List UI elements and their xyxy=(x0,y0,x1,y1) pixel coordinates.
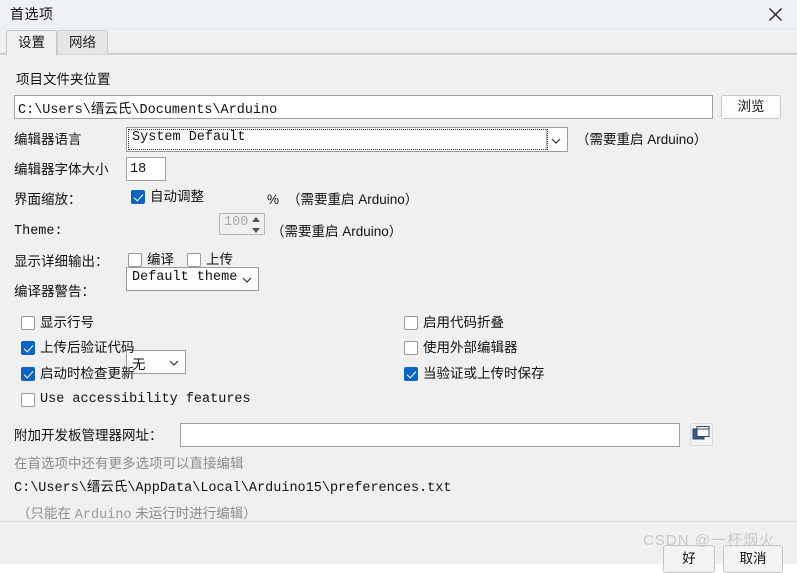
sketchbook-location-label: 项目文件夹位置 xyxy=(16,72,111,87)
editor-language-restart-note-text: （需要重启 Arduino） xyxy=(576,132,708,147)
verbose-compile-checkbox[interactable] xyxy=(128,253,142,267)
cancel-button[interactable]: 取消 xyxy=(723,545,783,573)
theme-restart-note: （需要重启 Arduino） xyxy=(271,223,402,241)
verbose-upload-checkbox[interactable] xyxy=(187,253,201,267)
verbose-compile-checkbox-row[interactable]: 编译 xyxy=(128,252,174,268)
auto-scale-checkbox[interactable] xyxy=(131,190,145,204)
editor-language-value: System Default xyxy=(132,130,246,145)
chevron-down-icon xyxy=(551,138,561,144)
verbose-compile-label: 编译 xyxy=(147,252,174,267)
browse-button[interactable]: 浏览 xyxy=(721,95,781,119)
interface-scale-stepper[interactable]: 100 xyxy=(219,213,265,235)
interface-scale-label: 界面缩放： xyxy=(14,192,82,207)
tab-network-label: 网络 xyxy=(69,35,96,50)
settings-panel: 项目文件夹位置 浏览 编辑器语言 System Default （需要重启 Ar… xyxy=(0,54,797,523)
verbose-upload-checkbox-row[interactable]: 上传 xyxy=(187,252,233,268)
board-manager-urls-input[interactable] xyxy=(180,423,680,447)
tab-network[interactable]: 网络 xyxy=(57,30,108,56)
editor-language-select[interactable]: System Default xyxy=(126,127,568,152)
check-updates-on-startup-row[interactable]: 启动时检查更新 xyxy=(21,366,135,382)
enable-code-folding-row[interactable]: 启用代码折叠 xyxy=(404,315,504,331)
stepper-arrows-icon[interactable] xyxy=(250,215,262,233)
chevron-down-icon xyxy=(242,277,252,283)
show-line-numbers-row[interactable]: 显示行号 xyxy=(21,315,94,331)
editor-font-size-input[interactable] xyxy=(126,157,166,181)
close-icon[interactable] xyxy=(753,0,797,28)
theme-value: Default theme xyxy=(132,270,238,285)
tab-settings[interactable]: 设置 xyxy=(6,30,57,56)
verify-after-upload-label: 上传后验证代码 xyxy=(40,340,135,355)
enable-code-folding-label: 启用代码折叠 xyxy=(423,315,504,330)
more-preferences-hint: 在首选项中还有更多选项可以直接编辑 xyxy=(14,456,244,471)
title-bar: 首选项 xyxy=(0,0,797,29)
theme-label: Theme: xyxy=(14,224,63,239)
dialog-footer: 好 取消 xyxy=(0,521,797,573)
editor-language-label: 编辑器语言 xyxy=(14,132,82,147)
accessibility-features-label: Use accessibility features xyxy=(40,392,251,407)
preferences-file-path: C:\Users\缙云氏\AppData\Local\Arduino15\pre… xyxy=(14,481,452,496)
use-external-editor-label: 使用外部编辑器 xyxy=(423,340,518,355)
interface-scale-restart-note-text: （需要重启 Arduino） xyxy=(287,192,419,207)
verify-after-upload-row[interactable]: 上传后验证代码 xyxy=(21,340,135,356)
verbose-upload-label: 上传 xyxy=(206,252,233,267)
window-title: 首选项 xyxy=(10,6,54,22)
open-windows-icon[interactable] xyxy=(690,423,713,446)
use-external-editor-row[interactable]: 使用外部编辑器 xyxy=(404,340,518,356)
theme-select[interactable]: Default theme xyxy=(126,267,259,291)
save-on-verify-or-upload-checkbox[interactable] xyxy=(404,367,418,381)
verbose-output-label: 显示详细输出： xyxy=(14,254,109,269)
edit-note-prefix: （只能在 xyxy=(17,506,75,521)
auto-scale-checkbox-row[interactable]: 自动调整 xyxy=(131,189,204,205)
edit-note-suffix: 未运行时进行编辑） xyxy=(131,506,257,521)
accessibility-features-row[interactable]: Use accessibility features xyxy=(21,392,251,408)
theme-restart-note-text: （需要重启 Arduino） xyxy=(271,224,403,239)
editor-language-restart-note: （需要重启 Arduino） xyxy=(576,131,707,149)
combo-separator xyxy=(546,129,547,150)
interface-scale-value: 100 xyxy=(224,215,249,230)
accessibility-features-checkbox[interactable] xyxy=(21,393,35,407)
save-on-verify-or-upload-row[interactable]: 当验证或上传时保存 xyxy=(404,366,545,382)
show-line-numbers-label: 显示行号 xyxy=(40,315,94,330)
browse-button-label: 浏览 xyxy=(737,99,765,114)
chevron-down-icon xyxy=(169,360,179,366)
compiler-warnings-label: 编译器警告： xyxy=(14,284,95,299)
save-on-verify-or-upload-label: 当验证或上传时保存 xyxy=(423,366,545,381)
sketchbook-location-input[interactable] xyxy=(14,95,713,119)
use-external-editor-checkbox[interactable] xyxy=(404,341,418,355)
tab-settings-label: 设置 xyxy=(18,35,45,50)
check-updates-on-startup-checkbox[interactable] xyxy=(21,367,35,381)
show-line-numbers-checkbox[interactable] xyxy=(21,316,35,330)
board-manager-urls-label: 附加开发板管理器网址： xyxy=(14,428,163,443)
interface-scale-percent: % xyxy=(267,192,280,207)
tab-bar: 设置 网络 xyxy=(0,29,797,56)
check-updates-on-startup-label: 启动时检查更新 xyxy=(40,366,135,381)
editor-font-size-label: 编辑器字体大小 xyxy=(14,162,109,177)
auto-scale-label: 自动调整 xyxy=(150,189,204,204)
enable-code-folding-checkbox[interactable] xyxy=(404,316,418,330)
verify-after-upload-checkbox[interactable] xyxy=(21,341,35,355)
interface-scale-restart-note: （需要重启 Arduino） xyxy=(287,191,418,209)
compiler-warnings-select[interactable]: 无 xyxy=(126,350,186,374)
preferences-dialog: 首选项 设置 网络 项目文件夹位置 浏览 编辑器语言 System Defaul… xyxy=(0,0,797,573)
ok-button[interactable]: 好 xyxy=(663,545,715,573)
